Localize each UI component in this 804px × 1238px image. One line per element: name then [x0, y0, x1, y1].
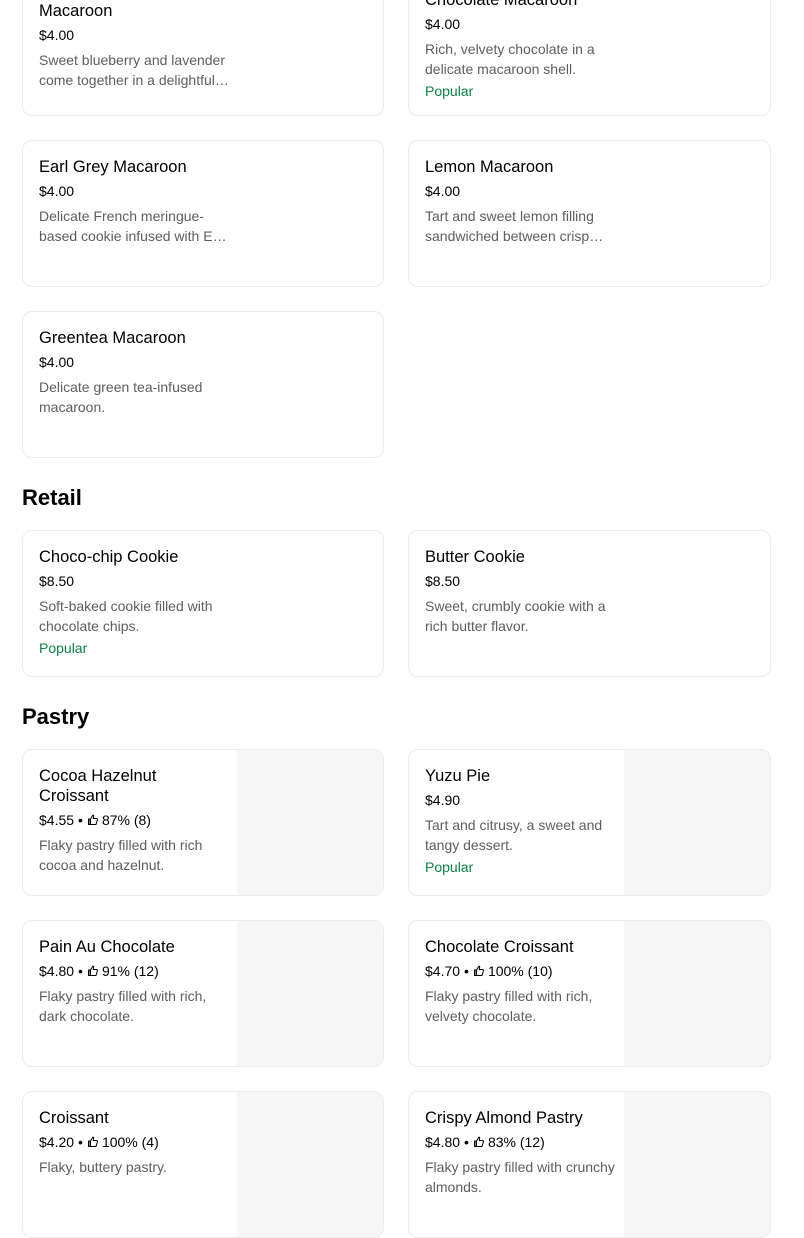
item-price: $4.90 [425, 792, 461, 808]
menu-item-card[interactable]: Cocoa Hazelnut Croissant $4.55 • 87% (8)… [22, 749, 384, 896]
item-meta: $4.70 • 100% (10) [425, 962, 615, 980]
item-rating: 100% (4) [101, 1134, 159, 1150]
item-title: Earl Grey Macaroon [39, 158, 187, 176]
item-price: $4.20 [39, 1134, 75, 1150]
item-price: $4.80 [39, 963, 75, 979]
item-price: $8.50 [425, 573, 461, 589]
menu-item-card[interactable]: Earl Grey Macaroon $4.00 Delicate French… [22, 140, 384, 287]
item-price: $4.00 [39, 183, 75, 199]
item-title: Greentea Macaroon [39, 329, 186, 347]
item-title: Pain Au Chocolate [39, 938, 175, 956]
thumbs-up-icon [87, 814, 98, 825]
menu-item-card[interactable]: Chocolate Macaroon $4.00 Rich, velvety c… [408, 0, 771, 116]
menu-item-card[interactable]: Lemon Macaroon $4.00 Tart and sweet lemo… [408, 140, 771, 287]
menu-item-card[interactable]: Chocolate Croissant $4.70 • 100% (10) Fl… [408, 920, 771, 1067]
menu-item-card[interactable]: Crispy Almond Pastry $4.80 • 83% (12) Fl… [408, 1091, 771, 1238]
meta-separator: • [78, 1134, 83, 1150]
meta-separator: • [464, 963, 469, 979]
item-title: Choco-chip Cookie [39, 548, 179, 566]
item-meta: $4.80 • 83% (12) [425, 1133, 615, 1151]
item-image [237, 750, 383, 895]
item-price: $4.00 [425, 16, 461, 32]
item-image [624, 750, 770, 895]
item-title: Cocoa Hazelnut Croissant [39, 767, 157, 805]
item-title: Chocolate Croissant [425, 938, 574, 956]
item-description: Flaky pastry filled with rich, velvety c… [425, 988, 593, 1024]
item-rating: 83% (12) [487, 1134, 545, 1150]
item-image [624, 1092, 770, 1237]
popular-badge: Popular [425, 83, 474, 99]
thumbs-up-icon [87, 1136, 98, 1147]
meta-separator: • [78, 812, 83, 828]
menu-item-card[interactable]: Blueberry Lavender Macaroon $4.00 Sweet … [22, 0, 384, 116]
section-heading-retail: Retail [22, 485, 82, 510]
meta-separator: • [464, 1134, 469, 1150]
item-price: $4.00 [425, 183, 461, 199]
item-description: Rich, velvety chocolate in a delicate ma… [425, 41, 595, 77]
item-description: Flaky pastry filled with rich cocoa and … [39, 837, 203, 873]
item-title: Butter Cookie [425, 548, 525, 566]
item-rating: 91% (12) [101, 963, 159, 979]
item-rating: 100% (10) [487, 963, 553, 979]
item-image [237, 1092, 383, 1237]
meta-separator: • [78, 963, 83, 979]
item-meta: $4.80 • 91% (12) [39, 962, 229, 980]
item-description: Delicate French meringue-based cookie in… [39, 208, 229, 244]
item-price: $4.80 [425, 1134, 461, 1150]
item-price: $8.50 [39, 573, 75, 589]
item-meta: $4.55 • 87% (8) [39, 811, 229, 829]
thumbs-up-icon [87, 965, 98, 976]
menu-item-card[interactable]: Choco-chip Cookie $8.50 Soft-baked cooki… [22, 530, 384, 677]
item-description: Flaky pastry filled with crunchy almonds… [425, 1159, 615, 1195]
item-price: $4.00 [39, 27, 75, 43]
item-image [624, 921, 770, 1066]
item-description: Sweet blueberry and lavender come togeth… [39, 52, 226, 88]
item-description: Delicate green tea-infused macaroon. [39, 379, 203, 415]
item-meta: $4.20 • 100% (4) [39, 1133, 229, 1151]
popular-badge: Popular [425, 859, 474, 875]
item-description: Tart and citrusy, a sweet and tangy dess… [425, 817, 603, 853]
item-title: Lemon Macaroon [425, 158, 554, 176]
item-description: Flaky pastry filled with rich, dark choc… [39, 988, 207, 1024]
menu-item-card[interactable]: Butter Cookie $8.50 Sweet, crumbly cooki… [408, 530, 771, 677]
item-price: $4.55 [39, 812, 75, 828]
menu-item-card[interactable]: Pain Au Chocolate $4.80 • 91% (12) Flaky… [22, 920, 384, 1067]
menu-item-card[interactable]: Greentea Macaroon $4.00 Delicate green t… [22, 311, 384, 458]
item-title: Croissant [39, 1109, 109, 1127]
item-description: Sweet, crumbly cookie with a rich butter… [425, 598, 606, 634]
item-description: Flaky, buttery pastry. [39, 1159, 167, 1175]
item-price: $4.00 [39, 354, 75, 370]
thumbs-up-icon [473, 965, 484, 976]
section-heading-pastry: Pastry [22, 704, 90, 729]
item-image [237, 921, 383, 1066]
item-title: Yuzu Pie [425, 767, 491, 785]
menu-item-card[interactable]: Yuzu Pie $4.90 Tart and citrusy, a sweet… [408, 749, 771, 896]
item-price: $4.70 [425, 963, 461, 979]
thumbs-up-icon [473, 1136, 484, 1147]
item-description: Soft-baked cookie filled with chocolate … [39, 598, 213, 634]
popular-badge: Popular [39, 640, 88, 656]
item-description: Tart and sweet lemon filling sandwiched … [425, 208, 594, 244]
menu-item-card[interactable]: Croissant $4.20 • 100% (4) Flaky, butter… [22, 1091, 384, 1238]
item-title: Chocolate Macaroon [425, 0, 578, 9]
item-title: Crispy Almond Pastry [425, 1109, 583, 1127]
item-title: Blueberry Lavender Macaroon [39, 2, 113, 20]
item-rating: 87% (8) [101, 812, 151, 828]
